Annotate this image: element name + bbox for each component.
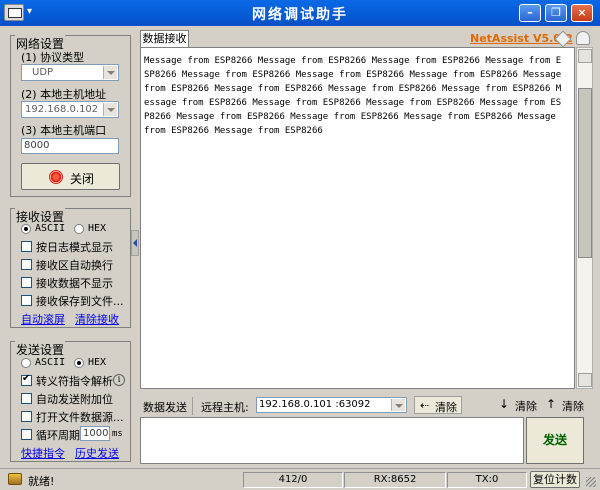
send-settings-group: 发送设置 ASCII HEX 转义符指令解析 i 自动发送附加位 打开文件数据源… [10, 341, 131, 462]
send-hex-label: HEX [88, 357, 107, 368]
status-count: 412/0 [243, 472, 343, 488]
file-source-checkbox[interactable] [21, 411, 32, 422]
info-icon[interactable]: i [113, 374, 125, 386]
escape-parse-label: 转义符指令解析 [36, 375, 113, 388]
send-history-link[interactable]: 历史发送 [75, 445, 119, 461]
log-mode-checkbox[interactable] [21, 241, 32, 252]
send-button[interactable]: 发送 [526, 417, 584, 464]
save-to-file-label: 接收保存到文件... [36, 295, 124, 308]
protocol-label: (1) 协议类型 [21, 51, 85, 64]
remote-host-label: 远程主机: [201, 401, 249, 414]
scroll-down-icon[interactable] [578, 373, 592, 387]
window-title: 网络调试助手 [252, 7, 348, 23]
tab-data-send[interactable]: 数据发送 [143, 399, 187, 415]
scroll-thumb[interactable] [578, 88, 592, 258]
clear-remote-button[interactable]: ⇠ 清除 [414, 396, 462, 414]
send-input[interactable] [140, 417, 524, 464]
toolbar-divider [192, 397, 193, 415]
cycle-unit-label: ms [112, 429, 123, 439]
record-icon [49, 170, 63, 184]
status-tx: TX:0 [447, 472, 527, 488]
cycle-checkbox[interactable] [21, 429, 32, 440]
protocol-select[interactable]: UDP [21, 64, 119, 81]
minimize-icon[interactable]: – [519, 4, 541, 22]
chevron-down-icon[interactable] [103, 66, 117, 79]
receive-hex-label: HEX [88, 223, 107, 234]
status-bar: 就绪! 412/0 RX:8652 TX:0 复位计数 [0, 468, 600, 490]
host-select[interactable]: 192.168.0.102 [21, 101, 119, 118]
chevron-left-icon [133, 239, 137, 247]
chevron-down-icon[interactable] [103, 103, 117, 116]
chevron-down-icon[interactable] [391, 399, 405, 411]
clear-remote-label: 清除 [435, 401, 457, 414]
remote-host-value: 192.168.0.101 :63092 [259, 399, 371, 410]
receive-settings-group: 接收设置 ASCII HEX 按日志模式显示 接收区自动换行 接收数据不显示 接… [10, 208, 131, 328]
title-bar: ▾ 网络调试助手 – ❐ × [0, 0, 600, 26]
status-icon [8, 473, 22, 485]
hide-data-label: 接收数据不显示 [36, 277, 113, 290]
status-rx: RX:8652 [344, 472, 446, 488]
port-input[interactable]: 8000 [21, 138, 119, 154]
protocol-value: UDP [32, 67, 54, 78]
auto-scroll-link[interactable]: 自动滚屏 [21, 311, 65, 327]
arrow-left-icon: ⇠ [420, 399, 430, 412]
receive-ascii-radio[interactable] [21, 224, 31, 234]
close-connection-button[interactable]: 关闭 [21, 163, 120, 190]
close-connection-label: 关闭 [70, 172, 95, 186]
arrow-up-icon: ↑ [546, 397, 557, 411]
port-label: (3) 本地主机端口 [21, 124, 107, 137]
send-ascii-label: ASCII [35, 357, 66, 368]
close-window-icon[interactable]: × [571, 4, 593, 22]
receive-scrollbar[interactable] [576, 47, 593, 389]
collapse-panel-handle[interactable] [131, 230, 139, 256]
shortcut-commands-link[interactable]: 快捷指令 [21, 445, 65, 461]
status-ready: 就绪! [28, 475, 55, 488]
host-value: 192.168.0.102 [25, 104, 99, 115]
network-settings-group: 网络设置 (1) 协议类型 UDP (2) 本地主机地址 192.168.0.1… [10, 35, 131, 197]
clear-send-button[interactable]: ↓ 清除 [499, 396, 541, 414]
restore-icon[interactable]: ❐ [545, 4, 567, 22]
clear-all-label: 清除 [562, 400, 584, 413]
save-to-file-checkbox[interactable] [21, 295, 32, 306]
clear-send-label: 清除 [515, 400, 537, 413]
resize-grip-icon[interactable] [586, 477, 596, 487]
reset-count-button[interactable]: 复位计数 [530, 471, 580, 488]
send-settings-title: 发送设置 [15, 341, 66, 358]
remote-host-select[interactable]: 192.168.0.101 :63092 [256, 397, 407, 413]
auto-append-label: 自动发送附加位 [36, 393, 113, 406]
auto-append-checkbox[interactable] [21, 393, 32, 404]
arrow-down-icon: ↓ [499, 397, 510, 411]
send-ascii-radio[interactable] [21, 358, 31, 368]
auto-wrap-label: 接收区自动换行 [36, 259, 113, 272]
file-source-label: 打开文件数据源... [36, 411, 124, 424]
scroll-up-icon[interactable] [578, 49, 592, 63]
cycle-label: 循环周期 [36, 429, 80, 442]
receive-hex-radio[interactable] [74, 224, 84, 234]
escape-parse-checkbox[interactable] [21, 373, 32, 386]
cycle-period-input[interactable]: 1000 [80, 426, 110, 441]
hide-data-checkbox[interactable] [21, 277, 32, 288]
clear-all-button[interactable]: ↑ 清除 [546, 396, 590, 414]
auto-wrap-checkbox[interactable] [21, 259, 32, 270]
tab-data-receive[interactable]: 数据接收 [140, 30, 189, 48]
log-mode-label: 按日志模式显示 [36, 241, 113, 254]
receive-ascii-label: ASCII [35, 223, 66, 234]
clear-receive-link[interactable]: 清除接收 [75, 311, 119, 327]
receive-data-area[interactable]: Message from ESP8266 Message from ESP826… [140, 47, 575, 389]
send-hex-radio[interactable] [74, 358, 84, 368]
host-label: (2) 本地主机地址 [21, 88, 107, 101]
received-text: Message from ESP8266 Message from ESP826… [144, 56, 562, 136]
bell-icon[interactable] [576, 31, 590, 45]
